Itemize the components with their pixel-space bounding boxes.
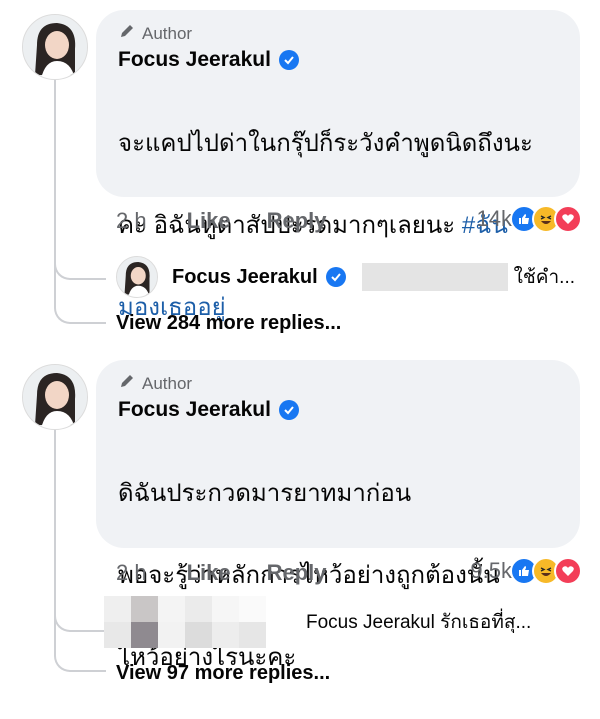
thread-curve [54, 278, 106, 324]
profile-photo [23, 15, 87, 79]
thread-curve [54, 602, 106, 632]
author-label: Author [142, 373, 193, 393]
commenter-name-row: Focus Jeerakul [118, 398, 299, 422]
love-reaction-icon [554, 557, 582, 585]
love-reaction-icon [554, 205, 582, 233]
reply-preview[interactable]: Focus Jeerakul รักเธอที่สุ... [104, 596, 532, 648]
comment-actions: 2 h Like Reply [116, 560, 327, 586]
reaction-summary[interactable]: 14k [477, 205, 582, 233]
author-badge: Author [118, 22, 192, 45]
pencil-icon [118, 22, 136, 45]
author-badge: Author [118, 372, 192, 395]
author-label: Author [142, 23, 193, 43]
like-button[interactable]: Like [187, 208, 231, 234]
comment-thread-2: Author Focus Jeerakul ดิฉันประกวดมารยาทม… [0, 350, 600, 694]
comment-bubble: Author Focus Jeerakul ดิฉันประกวดมารยาทม… [96, 360, 580, 671]
comment-thread-1: Author Focus Jeerakul จะแคปไปด่าในกรุ๊ปก… [0, 0, 600, 340]
blurred-text [361, 263, 508, 291]
comment-actions: 2 h Like Reply [116, 208, 327, 234]
reply-avatar[interactable] [116, 256, 158, 298]
reply-snippet: ใช้คำ... [513, 267, 576, 288]
like-button[interactable]: Like [187, 560, 231, 586]
commenter-name[interactable]: Focus Jeerakul [118, 48, 271, 72]
thread-curve [54, 250, 106, 280]
verified-badge-icon [325, 267, 346, 287]
avatar[interactable] [22, 14, 88, 80]
comment-bubble: Author Focus Jeerakul จะแคปไปด่าในกรุ๊ปก… [96, 10, 580, 321]
reaction-summary[interactable]: 9.5k [470, 557, 582, 585]
comment-line: ดิฉันประกวดมารยาทมาก่อน [118, 480, 412, 507]
timestamp[interactable]: 2 h [116, 560, 147, 586]
avatar[interactable] [22, 364, 88, 430]
view-more-replies[interactable]: View 284 more replies... [116, 312, 341, 335]
reaction-count: 14k [476, 206, 512, 231]
verified-badge-icon [278, 400, 299, 420]
reply-snippet: Focus Jeerakul รักเธอที่สุ... [306, 612, 532, 633]
reply-button[interactable]: Reply [267, 560, 327, 586]
reply-author-name[interactable]: Focus Jeerakul [172, 266, 318, 289]
commenter-name-row: Focus Jeerakul [118, 48, 299, 72]
view-more-replies[interactable]: View 97 more replies... [116, 662, 330, 685]
thread-curve [54, 630, 106, 672]
pencil-icon [118, 372, 136, 395]
pixelated-avatar-and-name [104, 596, 266, 648]
reply-preview[interactable]: Focus Jeerakul ใช้คำ... [116, 256, 575, 298]
timestamp[interactable]: 2 h [116, 208, 147, 234]
comment-line: จะแคปไปด่าในกรุ๊ปก็ระวังคำพูดนิดถึงนะ [118, 130, 533, 157]
commenter-name[interactable]: Focus Jeerakul [118, 398, 271, 422]
profile-photo [117, 257, 157, 297]
profile-photo [23, 365, 87, 429]
reply-button[interactable]: Reply [267, 208, 327, 234]
verified-badge-icon [278, 50, 299, 70]
reaction-count: 9.5k [470, 558, 512, 583]
